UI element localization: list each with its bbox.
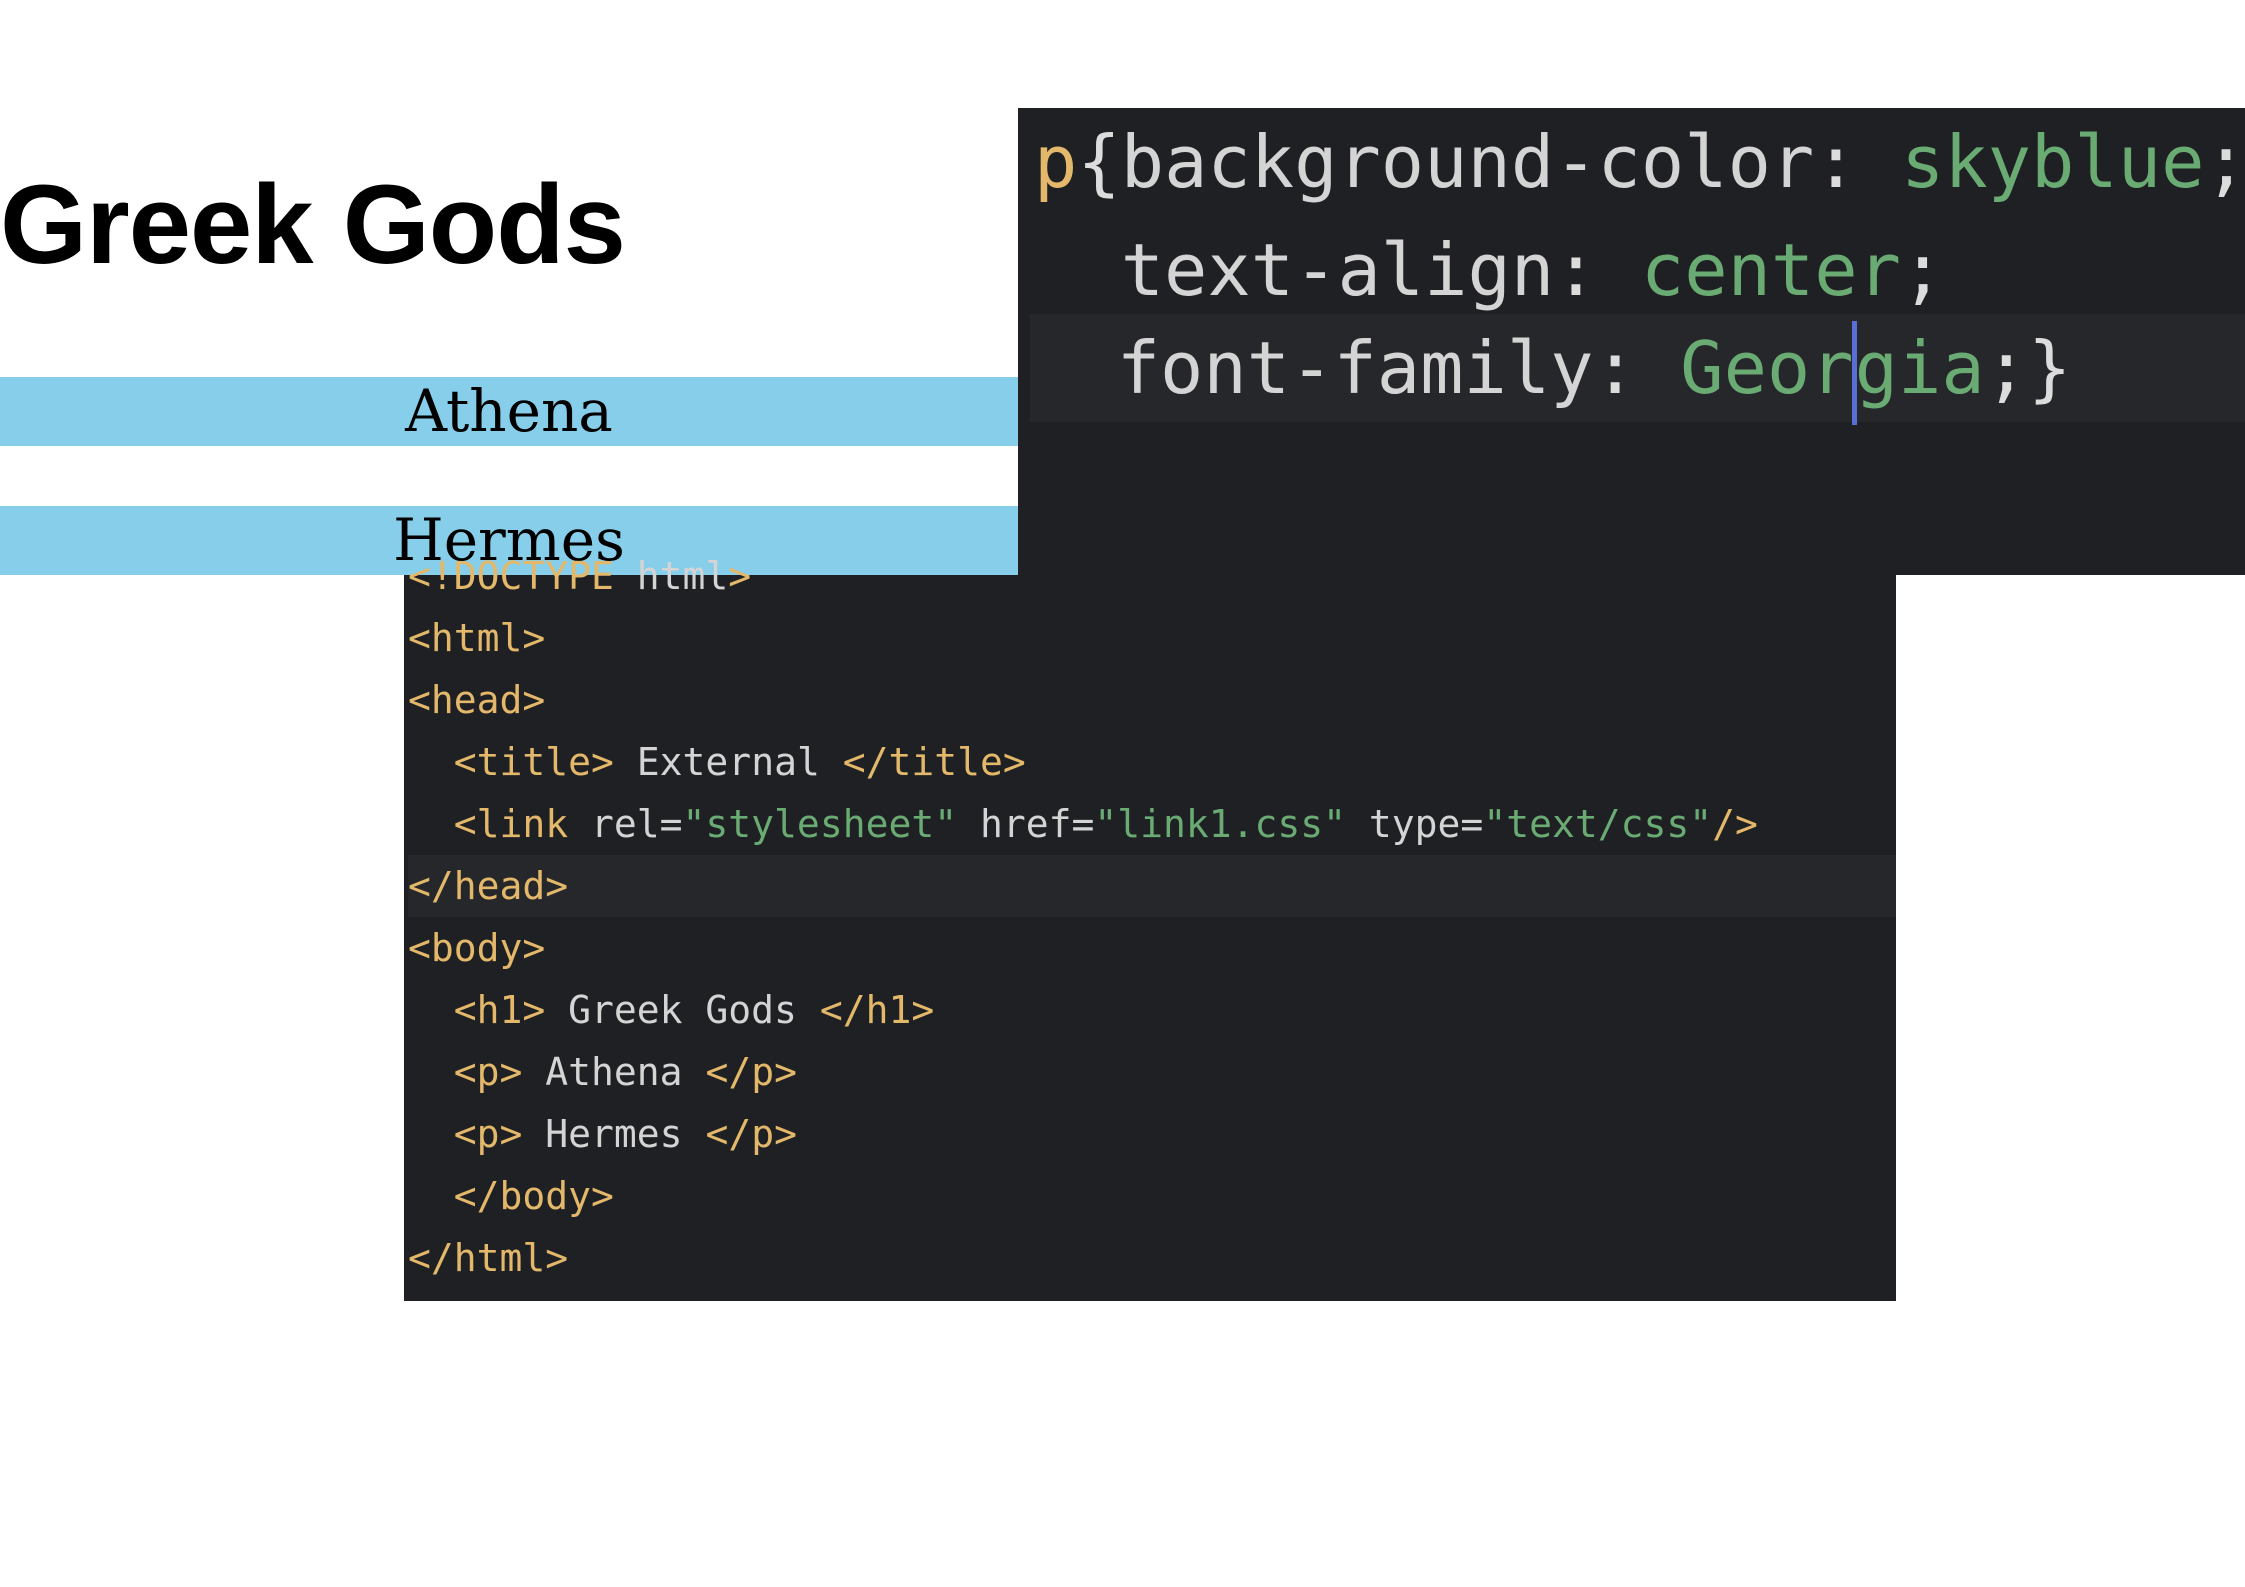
code-tag: <!DOCTYPE (408, 554, 614, 598)
code-line-5: <link rel="stylesheet" href="link1.css" … (408, 793, 1896, 855)
code-line-3: <head> (408, 669, 1896, 731)
code-tag: <p> (453, 1112, 523, 1156)
code-tag: > (728, 554, 752, 598)
code-tag: </head> (408, 864, 569, 908)
css-end: ; (1900, 228, 1945, 312)
code-text: External (613, 740, 843, 784)
code-tag: <link (453, 802, 569, 846)
code-tag: <h1> (453, 988, 546, 1032)
css-indent (1030, 326, 1117, 410)
code-tag: <title> (453, 740, 614, 784)
css-property: text-align (1120, 228, 1555, 312)
css-code-editor[interactable]: p{background-color: skyblue; text-align:… (1018, 108, 2245, 575)
code-line-12: </html> (408, 1227, 1896, 1289)
code-attr: href= (957, 802, 1095, 846)
code-line-2: <html> (408, 607, 1896, 669)
code-tag: </html> (408, 1236, 569, 1280)
code-line-8: <h1> Greek Gods </h1> (408, 979, 1896, 1041)
code-tag: <html> (408, 616, 546, 660)
code-line-9: <p> Athena </p> (408, 1041, 1896, 1103)
code-text: Athena (522, 1050, 706, 1094)
code-line-11: </body> (408, 1165, 1896, 1227)
code-tag: </h1> (819, 988, 935, 1032)
paragraph-athena: Athena (0, 377, 1018, 446)
code-text: Greek Gods (545, 988, 820, 1032)
code-attr: rel= (568, 802, 683, 846)
css-value: skyblue (1900, 120, 2205, 204)
code-tag: <head> (408, 678, 546, 722)
css-indent (1034, 228, 1121, 312)
css-value-part-a: Geor (1680, 326, 1854, 410)
code-tag: <p> (453, 1050, 523, 1094)
css-value-part-b: gia (1854, 326, 1985, 410)
page-heading: Greek Gods (0, 162, 626, 287)
css-value: center (1640, 228, 1901, 312)
code-line-10: <p> Hermes </p> (408, 1103, 1896, 1165)
code-line-6-current: </head> (408, 855, 1896, 917)
code-string: "link1.css" (1094, 802, 1347, 846)
code-tag: <body> (408, 926, 546, 970)
code-line-4: <title> External </title> (408, 731, 1896, 793)
rendered-page-preview: Greek Gods Athena Hermes (0, 0, 1018, 575)
code-tag: /> (1712, 802, 1758, 846)
css-colon: : (1593, 326, 1681, 410)
css-colon: : (1814, 120, 1901, 204)
css-line-3-current: font-family: Georgia;} (1030, 314, 2245, 426)
css-line-2: text-align: center; (1034, 216, 1945, 324)
code-tag: </p> (705, 1112, 797, 1156)
css-property: font-family (1116, 326, 1594, 410)
html-code-editor[interactable]: <!DOCTYPE html> <html> <head> <title> Ex… (404, 554, 1896, 1301)
code-tag: </body> (453, 1174, 614, 1218)
code-attr: type= (1346, 802, 1484, 846)
code-string: "stylesheet" (682, 802, 958, 846)
css-line-1: p{background-color: skyblue; (1034, 108, 2245, 216)
code-line-1: <!DOCTYPE html> (408, 545, 1896, 607)
code-tag: </title> (842, 740, 1026, 784)
css-colon: : (1554, 228, 1641, 312)
css-brace: { (1077, 120, 1121, 204)
code-text: html (613, 554, 729, 598)
css-end: ; (2204, 120, 2245, 204)
css-selector: p (1034, 120, 1078, 204)
css-end: ;} (1984, 326, 2072, 410)
code-line-7: <body> (408, 917, 1896, 979)
code-tag: </p> (705, 1050, 797, 1094)
code-text: Hermes (522, 1112, 706, 1156)
code-string: "text/css" (1483, 802, 1713, 846)
css-property: background-color (1120, 120, 1815, 204)
